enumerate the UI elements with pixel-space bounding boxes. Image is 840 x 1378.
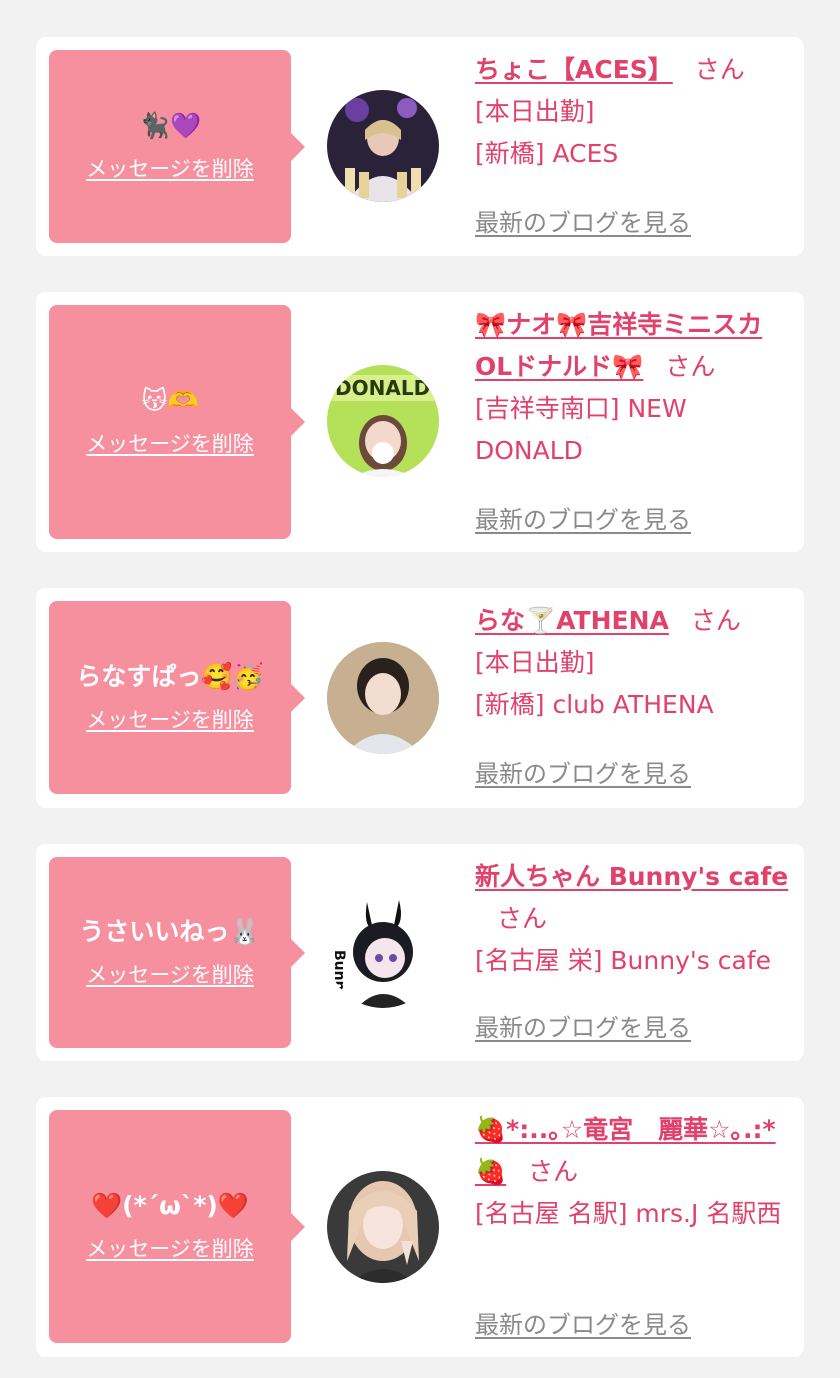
cast-info: 新人ちゃん Bunny's cafe さん [名古屋 栄] Bunny's caf… [475, 856, 797, 982]
latest-blog-link[interactable]: 最新のブログを見る [475, 1008, 691, 1043]
avatar[interactable] [327, 90, 439, 202]
delete-message-link[interactable]: メッセージを削除 [86, 959, 254, 989]
honorific: さん [694, 55, 745, 84]
shop-line: [新橋] ACES [475, 139, 619, 168]
cast-info: 🍓*:..｡☆竜宮 麗華☆｡.:*🍓 さん [名古屋 名駅] mrs.J 名駅西 [475, 1109, 797, 1235]
latest-blog-link[interactable]: 最新のブログを見る [475, 754, 691, 789]
delete-message-link[interactable]: メッセージを削除 [86, 704, 254, 734]
honorific: さん [690, 606, 741, 635]
cast-info: らな🍸ATHENA さん [本日出勤] [新橋] club ATHENA [475, 600, 797, 726]
svg-text:DONALD: DONALD [335, 376, 430, 400]
message-card: うさいいねっ🐰 メッセージを削除 Bunny 新人ちゃん Bunny's caf… [36, 844, 804, 1061]
cast-name-link[interactable]: 🎀ナオ🎀吉祥寺ミニスカOLドナルド🎀 [475, 310, 762, 381]
latest-blog-link[interactable]: 最新のブログを見る [475, 500, 691, 535]
message-card: 😽🫶 メッセージを削除 DONALD 🎀ナオ🎀吉祥寺ミニスカOLドナルド🎀 さん … [36, 292, 804, 552]
avatar[interactable]: Bunny [327, 896, 439, 1008]
cast-info: ちょこ【ACES】 さん [本日出勤] [新橋] ACES [475, 49, 797, 175]
message-text: 🐈‍⬛💜 [138, 110, 202, 140]
shop-line: [名古屋 名駅] mrs.J 名駅西 [475, 1199, 782, 1228]
cast-info: 🎀ナオ🎀吉祥寺ミニスカOLドナルド🎀 さん [吉祥寺南口] NEW DONALD [475, 304, 797, 472]
shop-line: [吉祥寺南口] NEW DONALD [475, 394, 687, 465]
avatar[interactable] [327, 1171, 439, 1283]
cast-name-link[interactable]: 新人ちゃん Bunny's cafe [475, 862, 788, 891]
svg-text:Bunny: Bunny [331, 950, 347, 1000]
avatar[interactable]: DONALD [327, 365, 439, 477]
message-card: らなすぱっ🥰🥳 メッセージを削除 らな🍸ATHENA さん [本日出勤] [新橋]… [36, 588, 804, 808]
message-text: らなすぱっ🥰🥳 [76, 661, 264, 691]
cast-name-link[interactable]: 🍓*:..｡☆竜宮 麗華☆｡.:*🍓 [475, 1115, 776, 1186]
message-bubble: ❤️(*´ω`*)❤️ メッセージを削除 [49, 1110, 305, 1343]
delete-message-link[interactable]: メッセージを削除 [86, 428, 254, 458]
message-bubble: 🐈‍⬛💜 メッセージを削除 [49, 50, 305, 243]
message-bubble: らなすぱっ🥰🥳 メッセージを削除 [49, 601, 305, 794]
latest-blog-link[interactable]: 最新のブログを見る [475, 203, 691, 238]
message-text: うさいいねっ🐰 [79, 916, 261, 946]
message-text: 😽🫶 [141, 386, 199, 415]
message-bubble: うさいいねっ🐰 メッセージを削除 [49, 857, 305, 1048]
cast-name-link[interactable]: らな🍸ATHENA [475, 606, 669, 635]
delete-message-link[interactable]: メッセージを削除 [86, 1233, 254, 1263]
message-card: 🐈‍⬛💜 メッセージを削除 ちょこ【ACES】 さん [本日出勤] [新橋] AC… [36, 37, 804, 256]
delete-message-link[interactable]: メッセージを削除 [86, 153, 254, 183]
shop-line: [新橋] club ATHENA [475, 690, 714, 719]
honorific: さん [528, 1157, 579, 1186]
honorific: さん [497, 904, 548, 933]
info-line: [本日出勤] [475, 648, 595, 677]
avatar[interactable] [327, 642, 439, 754]
message-card: ❤️(*´ω`*)❤️ メッセージを削除 🍓*:..｡☆竜宮 麗華☆｡.:*🍓 さ… [36, 1097, 804, 1357]
latest-blog-link[interactable]: 最新のブログを見る [475, 1305, 691, 1340]
message-bubble: 😽🫶 メッセージを削除 [49, 305, 305, 539]
info-line: [本日出勤] [475, 97, 595, 126]
cast-name-link[interactable]: ちょこ【ACES】 [475, 55, 673, 84]
honorific: さん [665, 352, 716, 381]
message-text: ❤️(*´ω`*)❤️ [91, 1190, 249, 1220]
shop-line: [名古屋 栄] Bunny's cafe [475, 946, 771, 975]
